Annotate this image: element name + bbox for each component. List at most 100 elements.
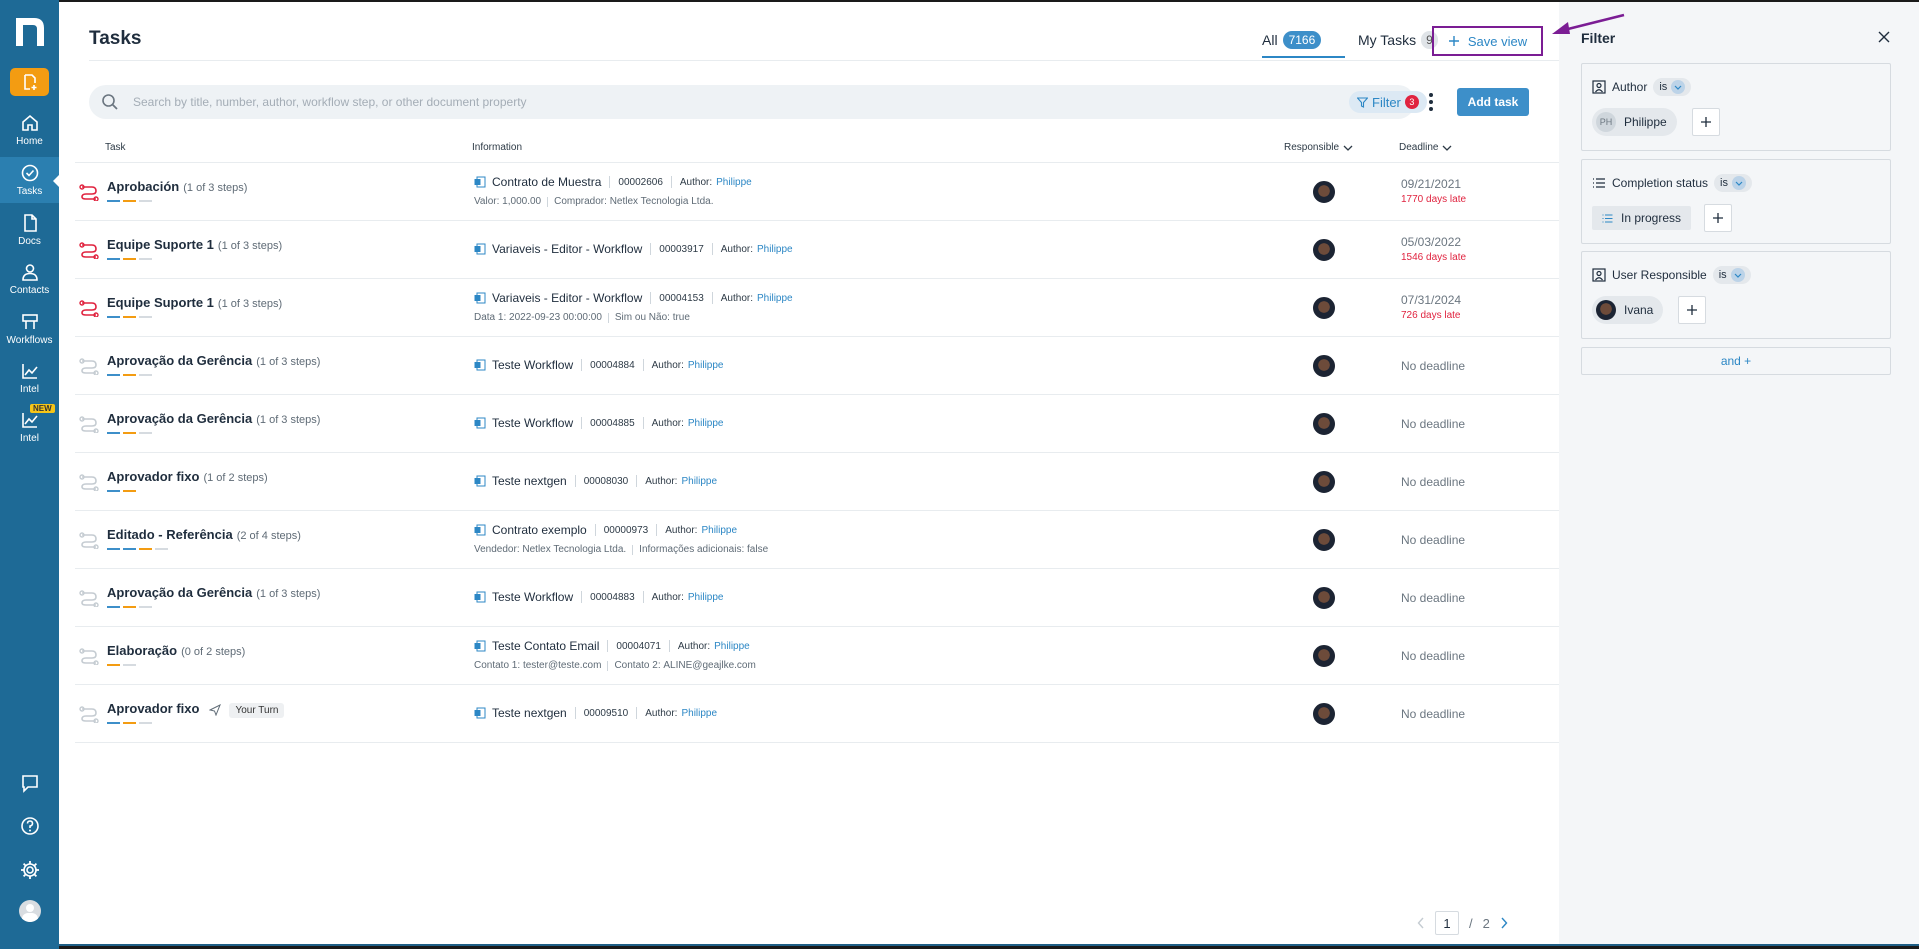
property-value: tester@teste.com [522, 660, 602, 671]
responsible-avatar[interactable] [1313, 239, 1335, 261]
responsible-avatar[interactable] [1313, 703, 1335, 725]
document-info[interactable]: Teste nextgen 00008030 Author: Philippe [474, 474, 717, 488]
sidebar-item-workflows[interactable]: Workflows [0, 306, 59, 352]
sidebar-item-contacts[interactable]: Contacts [0, 256, 59, 302]
document-info[interactable]: Teste Contato Email 00004071 Author: Philip… [474, 639, 750, 653]
document-number: 00002606 [618, 176, 663, 188]
task-name[interactable]: Equipe Suporte 1 (1 of 3 steps) [107, 237, 282, 252]
operator-select[interactable]: is [1714, 174, 1752, 192]
deadline-date: No deadline [1401, 475, 1466, 489]
workflow-icon [79, 590, 99, 607]
page-number-input[interactable]: 1 [1435, 911, 1459, 935]
sidebar-item-intel-new[interactable]: NEW Intel [0, 404, 59, 450]
save-view-button[interactable]: Save view [1432, 26, 1543, 56]
author-link[interactable]: Philippe [757, 244, 793, 255]
author-link[interactable]: Philippe [688, 360, 724, 371]
table-row[interactable]: Aprovador fixo Your Turn Teste nextgen 0000… [75, 684, 1563, 742]
filter-button[interactable]: Filter 3 [1349, 91, 1427, 113]
user-avatar[interactable] [19, 900, 41, 922]
deadline-date: No deadline [1401, 649, 1466, 663]
author-link[interactable]: Philippe [716, 177, 752, 188]
document-info[interactable]: Teste Workflow 00004884 Author: Philippe [474, 358, 723, 372]
author-link[interactable]: Philippe [757, 293, 793, 304]
more-options-icon[interactable] [1425, 90, 1437, 114]
table-row[interactable]: Editado - Referência (2 of 4 steps) Contra… [75, 510, 1563, 568]
responsible-avatar[interactable] [1313, 355, 1335, 377]
document-info[interactable]: Variaveis - Editor - Workflow 00003917 Aut… [474, 242, 793, 256]
responsible-avatar[interactable] [1313, 529, 1335, 551]
table-row[interactable]: Elaboração (0 of 2 steps) Teste Contato Em… [75, 626, 1563, 684]
filter-value-chip[interactable]: In progress [1592, 206, 1692, 230]
column-header-task[interactable]: Task [105, 142, 126, 153]
table-row[interactable]: Aprovação da Gerência (1 of 3 steps) Teste… [75, 336, 1563, 394]
chevron-right-icon[interactable] [1500, 917, 1508, 929]
author-label: Author: [720, 292, 754, 304]
sidebar-item-docs[interactable]: Docs [0, 207, 59, 253]
task-name[interactable]: Aprovador fixo Your Turn [107, 701, 285, 718]
task-name[interactable]: Elaboração (0 of 2 steps) [107, 643, 245, 658]
add-value-button[interactable] [1678, 296, 1706, 324]
document-info[interactable]: Teste Workflow 00004885 Author: Philippe [474, 416, 723, 430]
add-value-button[interactable] [1704, 204, 1732, 232]
help-icon[interactable] [19, 815, 41, 837]
responsible-avatar[interactable] [1313, 471, 1335, 493]
author-link[interactable]: Philippe [714, 641, 750, 652]
add-task-button[interactable]: Add task [1457, 88, 1529, 116]
table-row[interactable]: Aprovador fixo (1 of 2 steps) Teste nextge… [75, 452, 1563, 510]
close-icon[interactable] [1877, 30, 1891, 44]
responsible-avatar[interactable] [1313, 181, 1335, 203]
property-value: ALINE@geajlke.com [663, 660, 756, 671]
sidebar-item-home[interactable]: Home [0, 107, 59, 153]
filter-value-chip[interactable]: Ivana [1592, 296, 1664, 324]
document-info[interactable]: Teste nextgen 00009510 Author: Philippe [474, 706, 717, 720]
document-info[interactable]: Contrato de Muestra 00002606 Author: Philip… [474, 175, 752, 189]
document-info[interactable]: Variaveis - Editor - Workflow 00004153 Aut… [474, 291, 793, 305]
responsible-avatar[interactable] [1313, 645, 1335, 667]
author-link[interactable]: Philippe [681, 708, 717, 719]
responsible-avatar[interactable] [1313, 413, 1335, 435]
word-doc-icon [474, 292, 486, 304]
word-doc-icon [474, 359, 486, 371]
settings-gear-icon[interactable] [19, 859, 41, 881]
netlex-logo[interactable] [14, 14, 46, 48]
add-condition-button[interactable]: and + [1581, 347, 1891, 375]
task-name[interactable]: Equipe Suporte 1 (1 of 3 steps) [107, 295, 282, 310]
author-link[interactable]: Philippe [681, 476, 717, 487]
chevron-left-icon[interactable] [1417, 917, 1425, 929]
filter-value-chip[interactable]: PH Philippe [1592, 108, 1677, 136]
responsible-avatar[interactable] [1313, 297, 1335, 319]
author-link[interactable]: Philippe [688, 418, 724, 429]
task-name[interactable]: Aprovação da Gerência (1 of 3 steps) [107, 585, 320, 600]
sidebar-item-intel[interactable]: Intel [0, 355, 59, 401]
table-row[interactable]: Equipe Suporte 1 (1 of 3 steps) Variaveis … [75, 278, 1563, 336]
operator-select[interactable]: is [1712, 266, 1751, 284]
column-header-responsible[interactable]: Responsible [1284, 142, 1353, 153]
column-header-deadline[interactable]: Deadline [1399, 142, 1452, 153]
search-input[interactable] [133, 85, 1193, 119]
sidebar-item-tasks[interactable]: Tasks [0, 157, 60, 203]
document-info[interactable]: Teste Workflow 00004883 Author: Philippe [474, 590, 723, 604]
task-title: Elaboração [107, 643, 178, 658]
document-info[interactable]: Contrato exemplo 00000973 Author: Philippe [474, 523, 737, 537]
table-row[interactable]: Aprobación (1 of 3 steps) Contrato de Mues… [75, 162, 1563, 220]
task-name[interactable]: Editado - Referência (2 of 4 steps) [107, 527, 301, 542]
step-progress [107, 258, 152, 260]
author-link[interactable]: Philippe [688, 592, 724, 603]
author-link[interactable]: Philippe [701, 525, 737, 536]
table-row[interactable]: Aprovação da Gerência (1 of 3 steps) Teste… [75, 394, 1563, 452]
task-name[interactable]: Aprovador fixo (1 of 2 steps) [107, 469, 268, 484]
new-document-button[interactable] [10, 68, 49, 96]
table-row[interactable]: Equipe Suporte 1 (1 of 3 steps) Variaveis … [75, 220, 1563, 278]
filter-field-label: Author [1612, 80, 1648, 94]
table-row[interactable]: Aprovação da Gerência (1 of 3 steps) Teste… [75, 568, 1563, 626]
tab-my-tasks[interactable]: My Tasks 9 [1358, 31, 1438, 49]
task-name[interactable]: Aprobación (1 of 3 steps) [107, 179, 247, 194]
tab-all[interactable]: All 7166 [1262, 31, 1322, 49]
responsible-avatar[interactable] [1313, 587, 1335, 609]
task-title: Aprobación [107, 179, 180, 194]
operator-select[interactable]: is [1653, 78, 1692, 96]
task-name[interactable]: Aprovação da Gerência (1 of 3 steps) [107, 353, 320, 368]
add-value-button[interactable] [1692, 108, 1720, 136]
task-name[interactable]: Aprovação da Gerência (1 of 3 steps) [107, 411, 320, 426]
chat-icon[interactable] [19, 772, 41, 794]
